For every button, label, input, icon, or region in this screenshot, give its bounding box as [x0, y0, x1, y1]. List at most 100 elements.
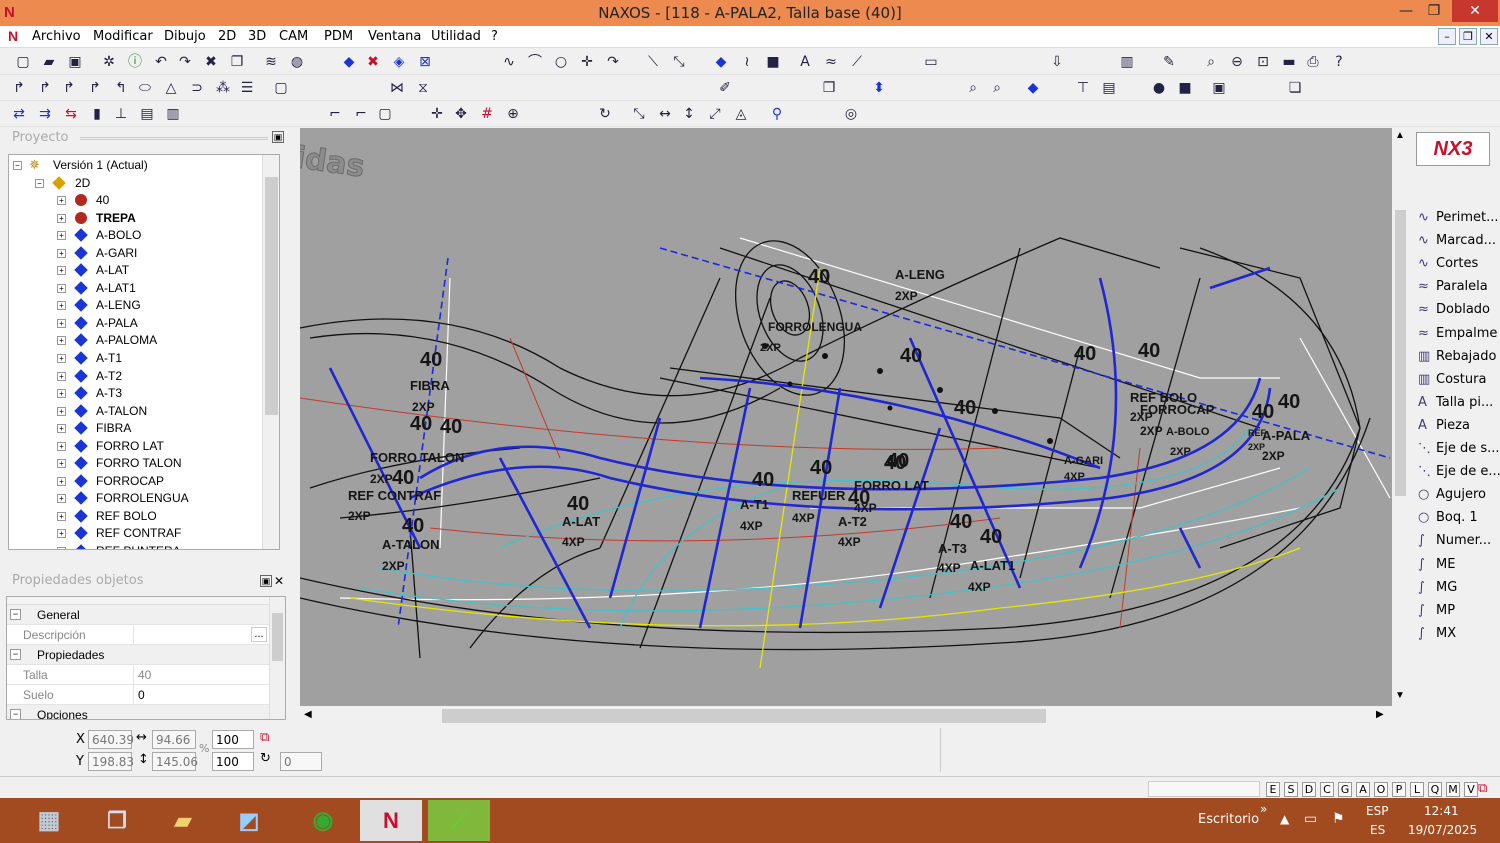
- snap-key-p[interactable]: P: [1392, 782, 1406, 797]
- scroll-right-icon[interactable]: ▶: [1376, 709, 1384, 720]
- tree-item-trepa[interactable]: + TREPA: [9, 210, 263, 227]
- command-rebajado[interactable]: ▥ Rebajado: [1418, 349, 1500, 371]
- height-field[interactable]: 145.06: [152, 752, 198, 771]
- menu-2d[interactable]: 2D: [218, 29, 236, 44]
- cancel-icon[interactable]: ✖: [364, 53, 382, 71]
- scroll-thumb[interactable]: [272, 613, 283, 661]
- expand-icon[interactable]: +: [57, 318, 66, 328]
- measure-icon[interactable]: ⤡: [630, 105, 648, 123]
- tree-node-2d[interactable]: − 2D: [9, 175, 263, 192]
- expand-icon[interactable]: +: [57, 231, 66, 241]
- angle-icon[interactable]: ⤢: [706, 105, 724, 123]
- shape-icon[interactable]: ●: [1150, 79, 1168, 97]
- help-icon[interactable]: ?: [1330, 53, 1348, 71]
- section-general[interactable]: − General: [7, 605, 269, 625]
- scale-lock-icon[interactable]: ⧉: [260, 730, 269, 745]
- menu-cam[interactable]: CAM: [279, 29, 308, 44]
- menu-archivo[interactable]: Archivo: [32, 29, 81, 44]
- info-icon[interactable]: ⓘ: [126, 53, 144, 71]
- circle2-icon[interactable]: ◎: [842, 105, 860, 123]
- tree-item-a-gari[interactable]: + A-GARI: [9, 245, 263, 262]
- move-icon[interactable]: ✥: [452, 105, 470, 123]
- layout-label[interactable]: ES: [1370, 823, 1385, 837]
- flip-icon[interactable]: ⧖: [414, 79, 432, 97]
- section-propiedades[interactable]: − Propiedades: [7, 645, 269, 665]
- snap-key-a[interactable]: A: [1356, 782, 1370, 797]
- collapse-icon[interactable]: −: [13, 161, 22, 170]
- fill-icon[interactable]: ■: [764, 53, 782, 71]
- expand-icon[interactable]: +: [57, 424, 66, 434]
- expand-icon[interactable]: +: [57, 301, 66, 311]
- command-costura[interactable]: ▥ Costura: [1418, 372, 1500, 394]
- doc-logo-icon[interactable]: N: [8, 28, 18, 44]
- drawing-canvas[interactable]: idas 40 A-LENG 2XP FORROLENGUA 2XP 40 40…: [300, 128, 1392, 706]
- expand-icon[interactable]: +: [57, 371, 66, 381]
- tree-item-forro-lat[interactable]: + FORRO LAT: [9, 438, 263, 455]
- tree-item-a-t1[interactable]: + A-T1: [9, 350, 263, 367]
- ellipse-icon[interactable]: ⬭: [136, 79, 154, 97]
- close-button[interactable]: ✕: [1452, 0, 1498, 22]
- stack-icon[interactable]: ❏: [1286, 79, 1304, 97]
- delete-icon[interactable]: ✖: [202, 53, 220, 71]
- pen-icon[interactable]: ✐: [716, 79, 734, 97]
- expand-icon[interactable]: +: [57, 476, 66, 486]
- scroll-thumb[interactable]: [442, 709, 1046, 723]
- battery-icon[interactable]: ▮: [88, 105, 106, 123]
- cluster-icon[interactable]: ⁂: [214, 79, 232, 97]
- tree-item-ref-bolo[interactable]: + REF BOLO: [9, 508, 263, 525]
- width-icon[interactable]: ↔: [656, 105, 674, 123]
- expand-icon[interactable]: +: [57, 389, 66, 399]
- expand-icon[interactable]: +: [57, 547, 66, 549]
- offset-icon[interactable]: ≈: [822, 53, 840, 71]
- fit-icon[interactable]: ⊠: [416, 53, 434, 71]
- snap-key-v[interactable]: V: [1464, 782, 1478, 797]
- zoom-window-icon[interactable]: ⊡: [1254, 53, 1272, 71]
- corner3-icon[interactable]: ⌐: [326, 105, 344, 123]
- tree-item-a-pala[interactable]: + A-PALA: [9, 315, 263, 332]
- lines-icon[interactable]: ☰: [238, 79, 256, 97]
- tree-item-ref-contraf[interactable]: + REF CONTRAF: [9, 525, 263, 542]
- gear-icon[interactable]: ✲: [100, 53, 118, 71]
- y-coordinate-field[interactable]: 198.83: [88, 752, 134, 771]
- shape2-icon[interactable]: ■: [1176, 79, 1194, 97]
- scale-y-field[interactable]: 100: [212, 752, 254, 771]
- copy-icon[interactable]: ❐: [228, 53, 246, 71]
- pin-icon[interactable]: ▣: [272, 131, 284, 143]
- knife-icon[interactable]: ⟋: [848, 53, 866, 71]
- expand-icon[interactable]: +: [57, 494, 66, 504]
- menu-modificar[interactable]: Modificar: [93, 29, 153, 44]
- save-icon[interactable]: ▣: [66, 53, 84, 71]
- fillet-icon[interactable]: ↱: [10, 79, 28, 97]
- snap-key-o[interactable]: O: [1374, 782, 1388, 797]
- command-numer[interactable]: ∫ Numer...: [1418, 533, 1500, 555]
- mirror-icon[interactable]: ⋈: [388, 79, 406, 97]
- notes-icon[interactable]: ◩: [218, 800, 280, 841]
- menu-ventana[interactable]: Ventana: [368, 29, 421, 44]
- calculator-icon[interactable]: ▦: [18, 800, 80, 841]
- section-opciones[interactable]: − Opciones: [7, 705, 269, 719]
- card-icon[interactable]: ▤: [1100, 79, 1118, 97]
- command-boq-1[interactable]: ○ Boq. 1: [1418, 510, 1500, 532]
- expand-icon[interactable]: +: [57, 353, 66, 363]
- rotate-icon[interactable]: ↻: [596, 105, 614, 123]
- spline-icon[interactable]: ⌒: [526, 53, 544, 71]
- open-folder-icon[interactable]: ▰: [40, 53, 58, 71]
- command-agujero[interactable]: ○ Agujero: [1418, 487, 1500, 509]
- circle-icon[interactable]: ○: [552, 53, 570, 71]
- height-icon[interactable]: ↕: [680, 105, 698, 123]
- tree-item-a-talon[interactable]: + A-TALON: [9, 403, 263, 420]
- expand-icon[interactable]: +: [57, 266, 66, 276]
- suelo-field[interactable]: 0: [133, 685, 269, 704]
- desktop-label[interactable]: Escritorio: [1198, 812, 1259, 827]
- tree-item-a-leng[interactable]: + A-LENG: [9, 297, 263, 314]
- curve-icon[interactable]: ∿: [500, 53, 518, 71]
- export-icon[interactable]: ⇩: [1048, 53, 1066, 71]
- duplicate-icon[interactable]: ❐: [820, 79, 838, 97]
- scroll-thumb[interactable]: [1395, 210, 1406, 496]
- maximize-button[interactable]: ❐: [1414, 0, 1454, 22]
- naxos-taskbar-icon[interactable]: N: [360, 800, 422, 841]
- ellipsis-button[interactable]: ...: [251, 627, 267, 642]
- mdi-restore-button[interactable]: ❐: [1459, 28, 1477, 45]
- explorer-icon[interactable]: ❐: [86, 800, 148, 841]
- zoom-out-icon[interactable]: ⊖: [1228, 53, 1246, 71]
